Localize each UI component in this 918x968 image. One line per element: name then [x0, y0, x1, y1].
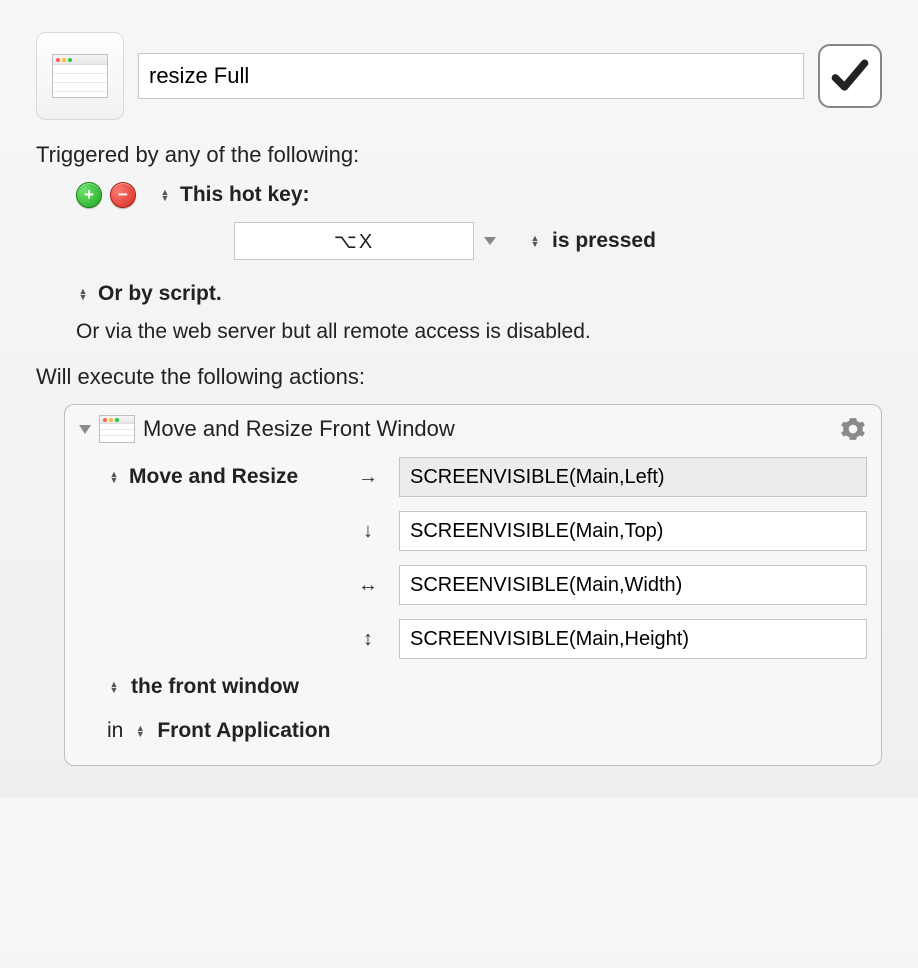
target-app-label: Front Application	[157, 719, 330, 743]
in-label: in	[107, 719, 123, 743]
action-item[interactable]: Move and Resize Front Window Move and Re…	[64, 404, 882, 766]
arrow-right-icon: →	[347, 466, 389, 489]
hotkey-mode-stepper[interactable]	[528, 235, 542, 247]
operation-label: Move and Resize	[129, 465, 298, 489]
actions-section-label: Will execute the following actions:	[36, 364, 882, 390]
arrow-vertical-icon: ↕	[347, 628, 389, 651]
height-input[interactable]	[399, 619, 867, 659]
window-icon	[52, 54, 108, 98]
left-input[interactable]	[399, 457, 867, 497]
hotkey-dropdown-icon[interactable]	[484, 237, 496, 245]
target-window-stepper[interactable]	[107, 681, 121, 693]
macro-icon[interactable]	[36, 32, 124, 120]
target-app-stepper[interactable]	[133, 725, 147, 737]
target-window-label: the front window	[131, 675, 299, 699]
disclosure-triangle-icon[interactable]	[79, 425, 91, 434]
arrow-down-icon: ↓	[347, 520, 389, 543]
script-trigger-label: Or by script.	[98, 282, 222, 306]
web-trigger-label: Or via the web server but all remote acc…	[76, 320, 882, 344]
top-input[interactable]	[399, 511, 867, 551]
trigger-type-stepper[interactable]	[158, 189, 172, 201]
arrow-horizontal-icon: ↔	[347, 574, 389, 597]
width-input[interactable]	[399, 565, 867, 605]
macro-name-input[interactable]	[138, 53, 804, 99]
action-gear-button[interactable]	[839, 415, 867, 443]
script-trigger-stepper[interactable]	[76, 288, 90, 300]
window-icon	[99, 415, 135, 443]
action-title: Move and Resize Front Window	[143, 416, 455, 442]
operation-stepper[interactable]	[107, 471, 121, 483]
gear-icon	[840, 416, 866, 442]
hotkey-input[interactable]: ⌥X	[234, 222, 474, 260]
trigger-type-label: This hot key:	[180, 183, 310, 207]
trigger-section-label: Triggered by any of the following:	[36, 142, 882, 168]
add-trigger-button[interactable]: +	[76, 182, 102, 208]
remove-trigger-button[interactable]: −	[110, 182, 136, 208]
enabled-toggle[interactable]	[818, 44, 882, 108]
hotkey-mode-label: is pressed	[552, 229, 656, 253]
checkmark-icon	[828, 54, 872, 98]
